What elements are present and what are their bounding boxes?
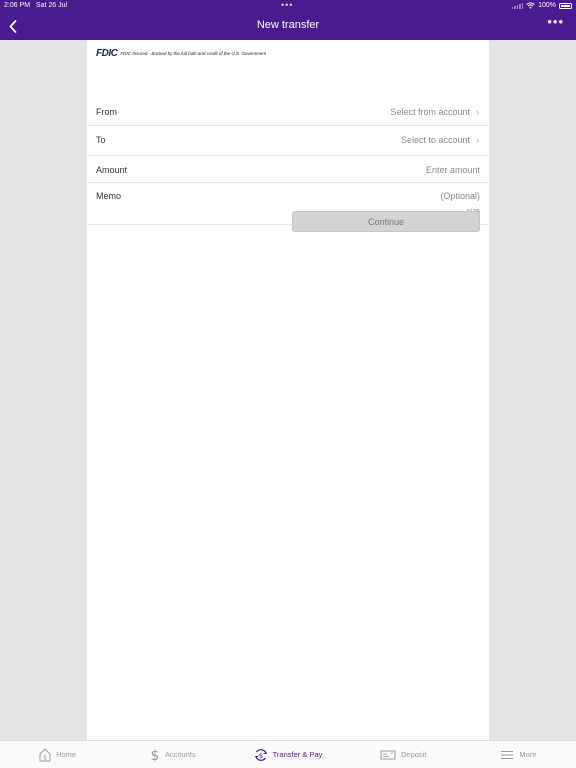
fdic-banner: FDIC FDIC-Insured - Backed by the full f…	[96, 48, 266, 59]
page-title: New transfer	[256, 19, 320, 31]
battery-percent: 100%	[538, 2, 556, 9]
transfer-form-panel: FDIC FDIC-Insured - Backed by the full f…	[87, 40, 489, 740]
status-time: 2:06 PM Sat 26 Jul	[4, 2, 68, 9]
tab-home[interactable]: $ Home	[0, 741, 115, 768]
fdic-text: FDIC-Insured - Backed by the full faith …	[120, 51, 267, 56]
tab-transfer-pay[interactable]: $ Transfer & Pay	[230, 741, 345, 768]
amount-input[interactable]: Enter amount	[426, 165, 480, 175]
tab-label: Deposit	[400, 750, 427, 759]
from-placeholder: Select from account	[390, 107, 470, 117]
tab-label: Home	[56, 750, 77, 759]
tab-label: Transfer & Pay	[272, 750, 323, 759]
svg-text:$: $	[43, 754, 47, 761]
more-options-icon[interactable]: •••	[547, 14, 564, 29]
nav-bar: New transfer •••	[0, 12, 576, 40]
chevron-right-icon: ›	[476, 135, 479, 145]
status-bar: 2:06 PM Sat 26 Jul ••• 100%	[0, 0, 576, 12]
fdic-logo: FDIC	[96, 48, 118, 59]
tab-label: Accounts	[164, 750, 196, 759]
wifi-icon	[526, 2, 535, 9]
continue-button[interactable]: Continue	[292, 211, 480, 232]
chevron-right-icon: ›	[476, 107, 479, 117]
to-label: To	[96, 135, 106, 145]
memo-label: Memo	[96, 191, 122, 201]
dollar-icon: $	[150, 748, 159, 762]
to-placeholder: Select to account	[400, 135, 470, 145]
svg-text:$: $	[150, 748, 159, 762]
home-icon: $	[39, 747, 51, 761]
status-right: 100%	[511, 2, 572, 9]
deposit-check-icon	[380, 750, 396, 759]
signal-icon	[511, 2, 524, 9]
tab-accounts[interactable]: $ Accounts	[115, 741, 230, 768]
memo-input[interactable]: (Optional)	[440, 191, 480, 201]
multitasking-dots-icon[interactable]: •••	[281, 0, 293, 10]
to-account-row[interactable]: To Select to account ›	[87, 126, 489, 156]
tab-deposit[interactable]: Deposit	[346, 741, 461, 768]
from-label: From	[96, 107, 117, 117]
amount-label: Amount	[96, 165, 128, 175]
tab-bar: $ Home $ Accounts $ Transfer & Pay Depos…	[0, 740, 576, 768]
from-account-selector[interactable]: Select from account ›	[390, 107, 479, 117]
battery-icon	[559, 2, 572, 9]
svg-text:$: $	[258, 752, 262, 760]
amount-row[interactable]: Amount Enter amount	[87, 156, 489, 183]
tab-more[interactable]: More	[461, 741, 576, 768]
menu-icon	[501, 750, 514, 759]
to-account-selector[interactable]: Select to account ›	[401, 135, 479, 145]
transfer-pay-icon: $	[254, 748, 267, 761]
tab-label: More	[519, 750, 537, 759]
from-account-row[interactable]: From Select from account ›	[87, 98, 489, 126]
